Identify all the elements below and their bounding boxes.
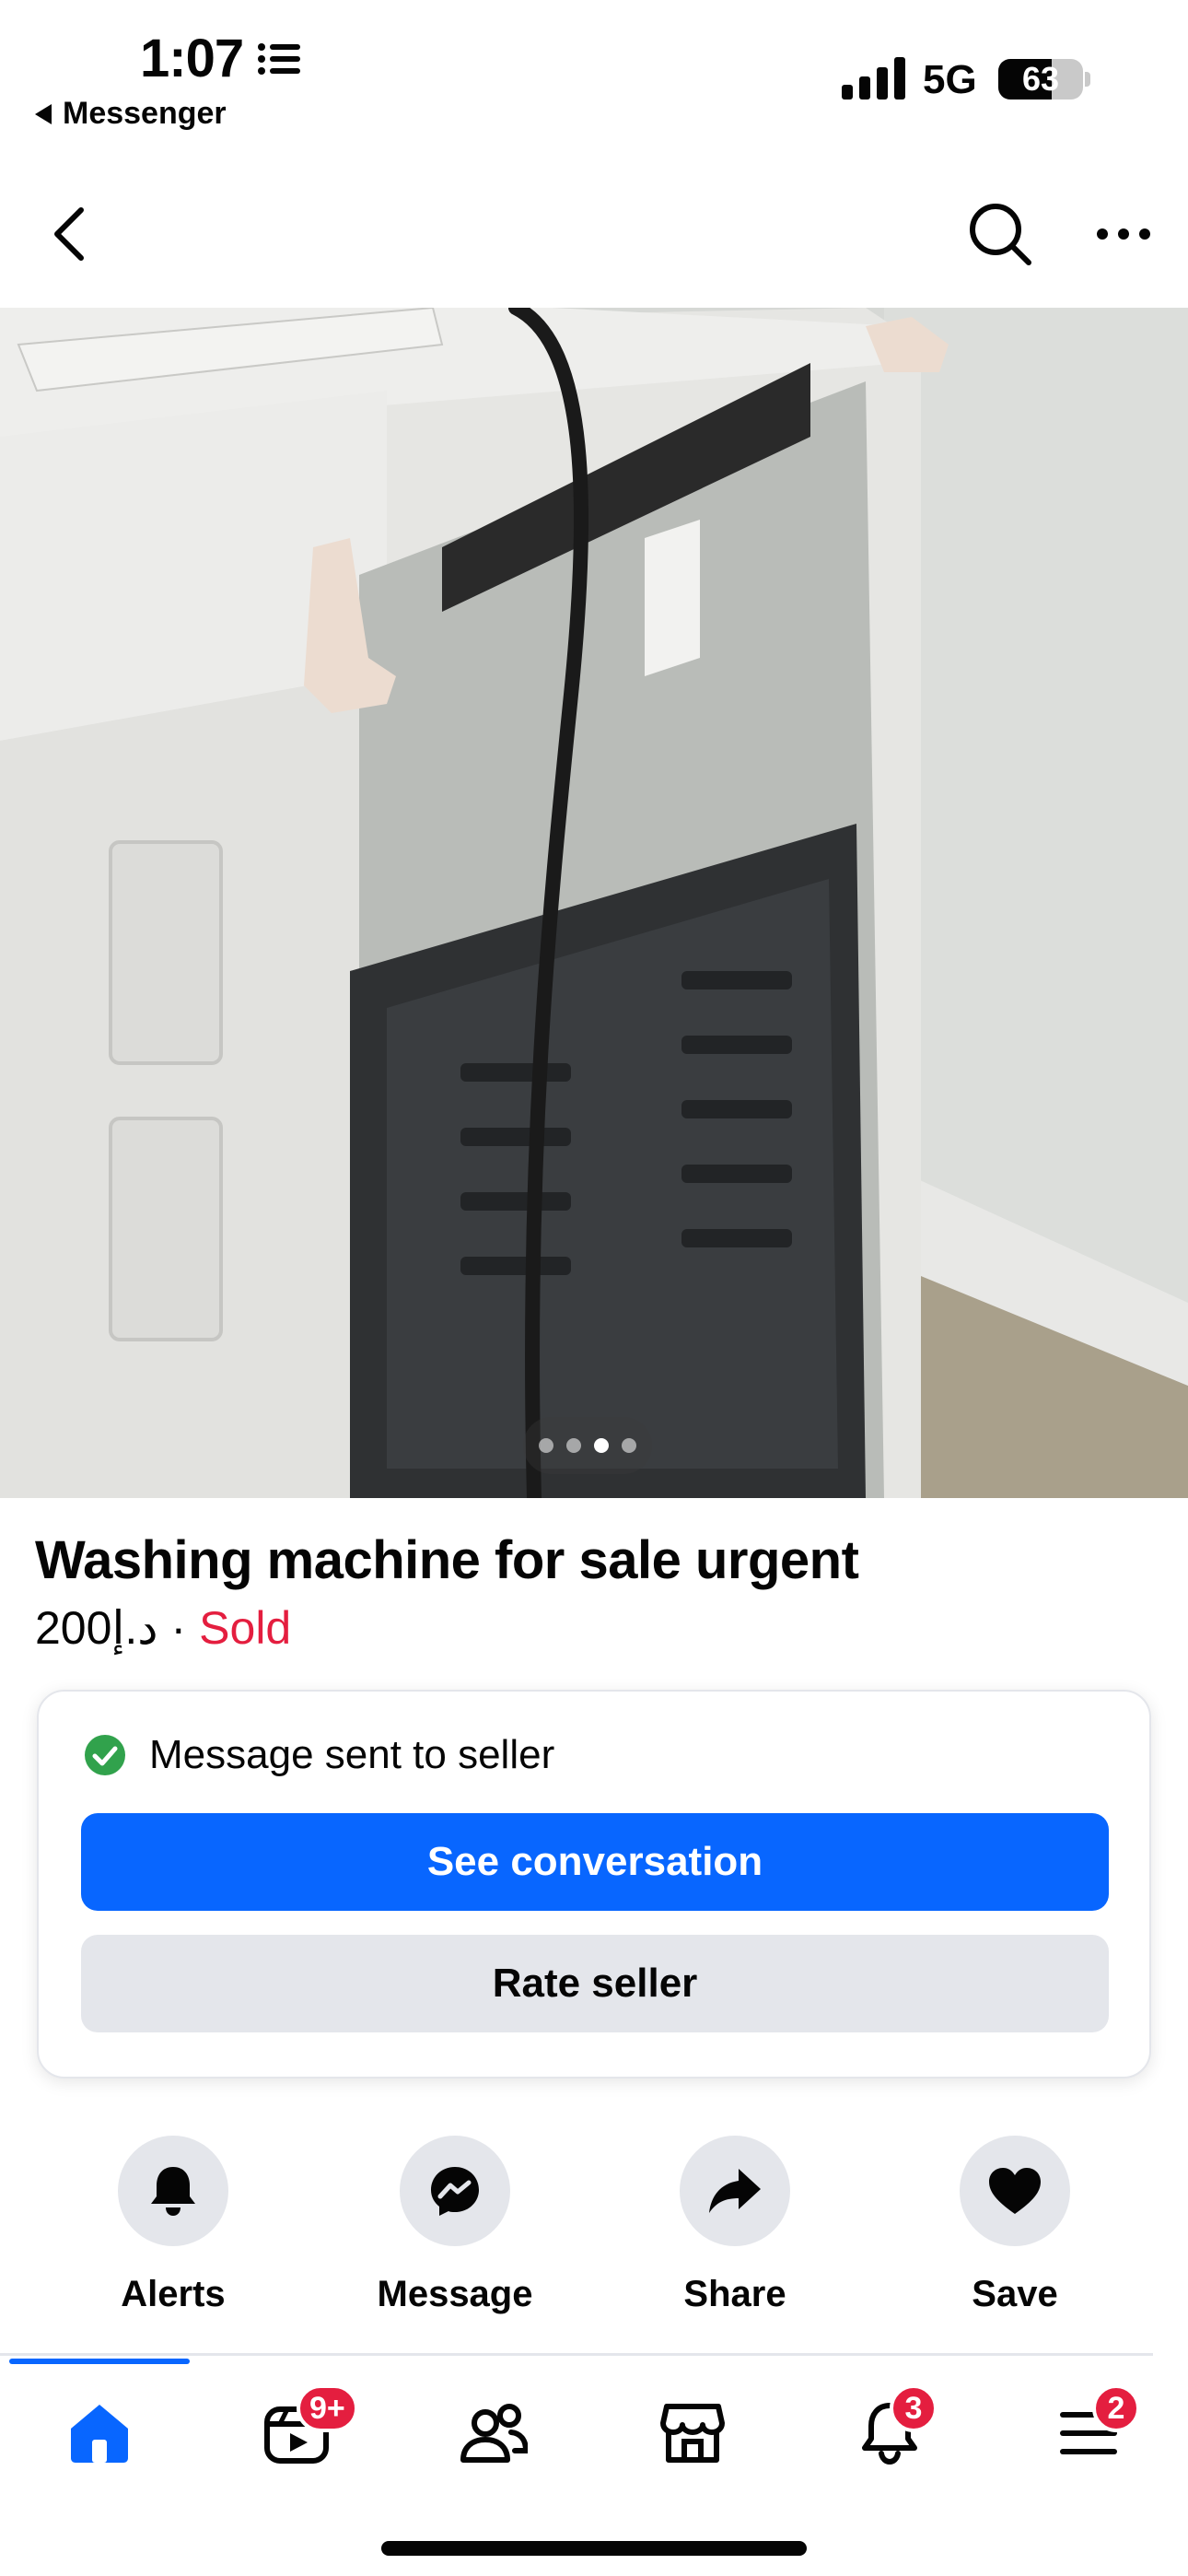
back-to-messenger[interactable]: Messenger bbox=[35, 96, 227, 132]
battery-level: 63 bbox=[1021, 60, 1060, 98]
network-type: 5G bbox=[923, 57, 977, 102]
sold-status: Sold bbox=[199, 1602, 292, 1654]
listing-photo[interactable] bbox=[0, 308, 1188, 1498]
share-icon bbox=[709, 2169, 761, 2213]
alerts-action[interactable]: Alerts bbox=[63, 2136, 284, 2315]
message-status-text: Message sent to seller bbox=[149, 1732, 555, 1777]
home-indicator bbox=[381, 2541, 807, 2556]
battery-cap bbox=[1085, 72, 1090, 87]
share-label: Share bbox=[683, 2274, 786, 2314]
tab-menu[interactable]: 2 bbox=[1033, 2384, 1144, 2475]
message-label: Message bbox=[377, 2274, 533, 2314]
tab-marketplace[interactable] bbox=[637, 2392, 748, 2475]
notifications-badge: 3 bbox=[890, 2384, 938, 2432]
tab-notifications[interactable]: 3 bbox=[834, 2384, 945, 2475]
price-separator: · bbox=[170, 1602, 187, 1654]
alerts-label: Alerts bbox=[121, 2274, 226, 2314]
washing-machine-photo bbox=[0, 308, 1188, 1498]
more-icon bbox=[1097, 228, 1150, 240]
price-row: 200د.إ · Sold bbox=[35, 1601, 291, 1655]
pagination-dot bbox=[539, 1438, 553, 1453]
heart-icon bbox=[989, 2168, 1041, 2214]
status-time: 1:07 bbox=[140, 29, 244, 88]
listing-actions: Alerts Message Share Save bbox=[0, 2136, 1188, 2320]
bell-icon bbox=[151, 2167, 195, 2216]
rate-seller-button[interactable]: Rate seller bbox=[81, 1935, 1109, 2032]
message-circle bbox=[400, 2136, 510, 2246]
photo-pagination bbox=[523, 1417, 652, 1474]
focus-list-icon bbox=[258, 43, 300, 75]
tab-home[interactable] bbox=[44, 2392, 155, 2475]
pagination-dot bbox=[566, 1438, 581, 1453]
more-button[interactable] bbox=[1087, 197, 1160, 271]
check-circle-icon bbox=[85, 1735, 125, 1775]
battery-icon: 63 bbox=[998, 59, 1083, 100]
share-circle bbox=[680, 2136, 790, 2246]
listing-title: Washing machine for sale urgent bbox=[35, 1530, 859, 1590]
back-triangle-icon bbox=[35, 103, 52, 124]
chevron-left-icon bbox=[54, 207, 84, 261]
pagination-dot bbox=[622, 1438, 636, 1453]
listing-price: 200د.إ bbox=[35, 1602, 158, 1654]
messenger-icon bbox=[431, 2167, 479, 2216]
share-action[interactable]: Share bbox=[624, 2136, 845, 2315]
message-status: Message sent to seller bbox=[83, 1732, 554, 1778]
message-card: Message sent to seller See conversation … bbox=[37, 1690, 1151, 2078]
search-icon bbox=[970, 204, 1031, 265]
alerts-circle bbox=[118, 2136, 228, 2246]
actions-divider bbox=[0, 2353, 1153, 2356]
tab-friends[interactable] bbox=[438, 2392, 549, 2475]
back-button[interactable] bbox=[42, 197, 94, 271]
marketplace-icon bbox=[660, 2404, 725, 2463]
back-app-label: Messenger bbox=[63, 96, 227, 131]
pagination-dot bbox=[594, 1438, 609, 1453]
save-label: Save bbox=[972, 2274, 1058, 2314]
home-icon bbox=[71, 2405, 128, 2463]
tab-video[interactable]: 9+ bbox=[241, 2384, 358, 2475]
status-bar: 1:07 Messenger 5G 63 bbox=[0, 0, 1188, 147]
save-action[interactable]: Save bbox=[904, 2136, 1125, 2315]
see-conversation-button[interactable]: See conversation bbox=[81, 1813, 1109, 1911]
message-action[interactable]: Message bbox=[344, 2136, 565, 2315]
friends-icon bbox=[460, 2404, 528, 2463]
signal-icon bbox=[842, 57, 905, 100]
save-circle bbox=[960, 2136, 1070, 2246]
search-button[interactable] bbox=[963, 197, 1037, 271]
video-badge: 9+ bbox=[297, 2384, 358, 2432]
active-tab-indicator bbox=[9, 2359, 190, 2364]
menu-badge: 2 bbox=[1092, 2384, 1140, 2432]
